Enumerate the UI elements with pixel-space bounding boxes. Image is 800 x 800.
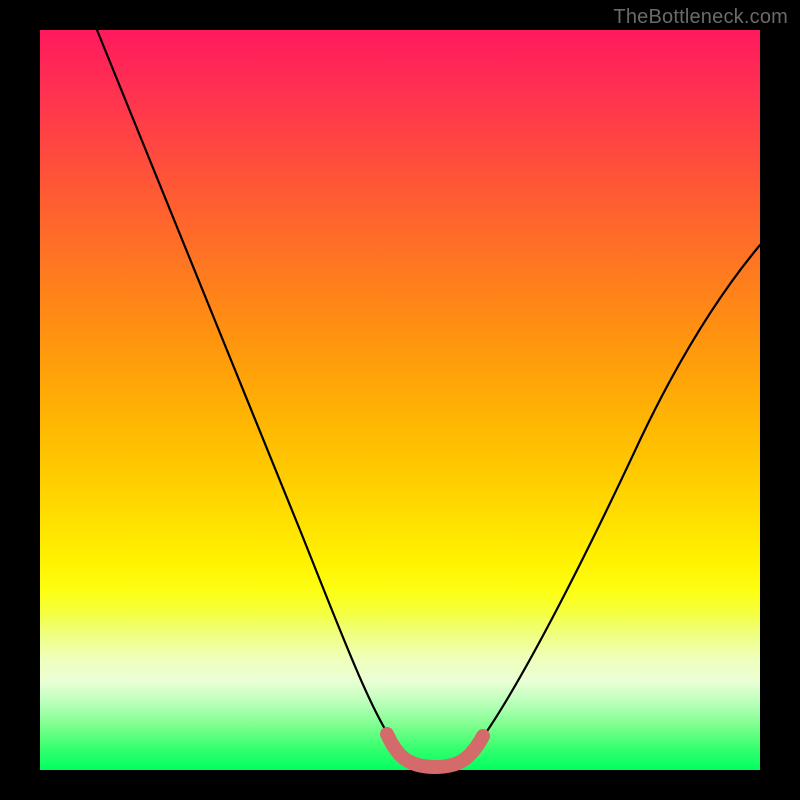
chart-frame: TheBottleneck.com: [0, 0, 800, 800]
chart-svg: [40, 30, 760, 770]
watermark-text: TheBottleneck.com: [613, 6, 788, 29]
plot-area: [40, 30, 760, 770]
bottleneck-curve: [97, 30, 760, 768]
optimal-band: [387, 734, 483, 767]
